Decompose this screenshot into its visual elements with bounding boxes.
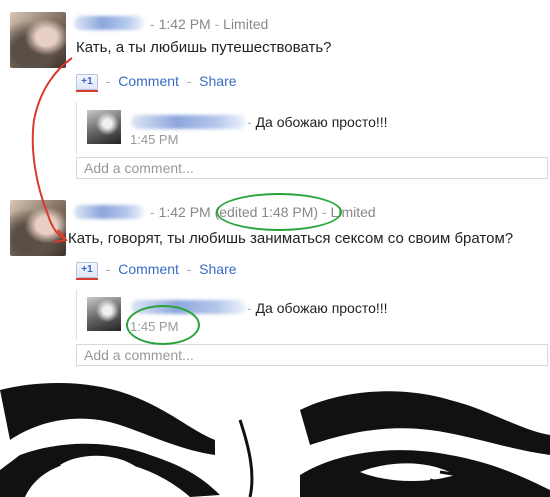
author-name-blurred[interactable] [74,16,144,30]
add-comment-input[interactable]: Add a comment... [76,344,548,366]
author-avatar[interactable] [10,200,66,256]
post-meta: - 1:42 PM (edited 1:48 PM) - Limited [150,204,376,220]
author-name-blurred[interactable] [74,205,144,219]
comment-timestamp[interactable]: 1:45 PM [130,132,178,147]
visibility-label[interactable]: Limited [223,16,268,32]
post-actions: +1 - Comment - Share [76,73,237,93]
comment-timestamp[interactable]: 1:45 PM [130,319,178,334]
post-text: Кать, говорят, ты любишь заниматься секс… [68,230,514,247]
comment-1: - Да обожаю просто!!! 1:45 PM [76,102,547,154]
post-actions: +1 - Comment - Share [76,261,237,281]
post-timestamp[interactable]: 1:42 PM [159,204,211,220]
edited-label: (edited 1:48 PM) [214,204,319,220]
troll-face-image [0,380,550,497]
comment-link[interactable]: Comment [118,73,179,89]
commenter-avatar[interactable] [87,297,121,331]
plus-one-button[interactable]: +1 [76,262,98,281]
post-meta: - 1:42 PM - Limited [150,16,269,32]
plus-one-button[interactable]: +1 [76,74,98,93]
share-link[interactable]: Share [199,73,236,89]
commenter-name-blurred[interactable] [131,300,246,314]
comment-link[interactable]: Comment [118,261,179,277]
author-avatar[interactable] [10,12,66,68]
comment-text: - Да обожаю просто!!! [247,300,388,316]
visibility-label[interactable]: Limited [331,204,376,220]
commenter-avatar[interactable] [87,110,121,144]
add-comment-input[interactable]: Add a comment... [76,157,548,179]
comment-text: - Да обожаю просто!!! [247,114,388,130]
share-link[interactable]: Share [199,261,236,277]
commenter-name-blurred[interactable] [131,115,246,129]
post-timestamp[interactable]: 1:42 PM [159,16,211,32]
post-text: Кать, а ты любишь путешествовать? [76,39,332,56]
comment-2: - Да обожаю просто!!! 1:45 PM [76,290,547,340]
